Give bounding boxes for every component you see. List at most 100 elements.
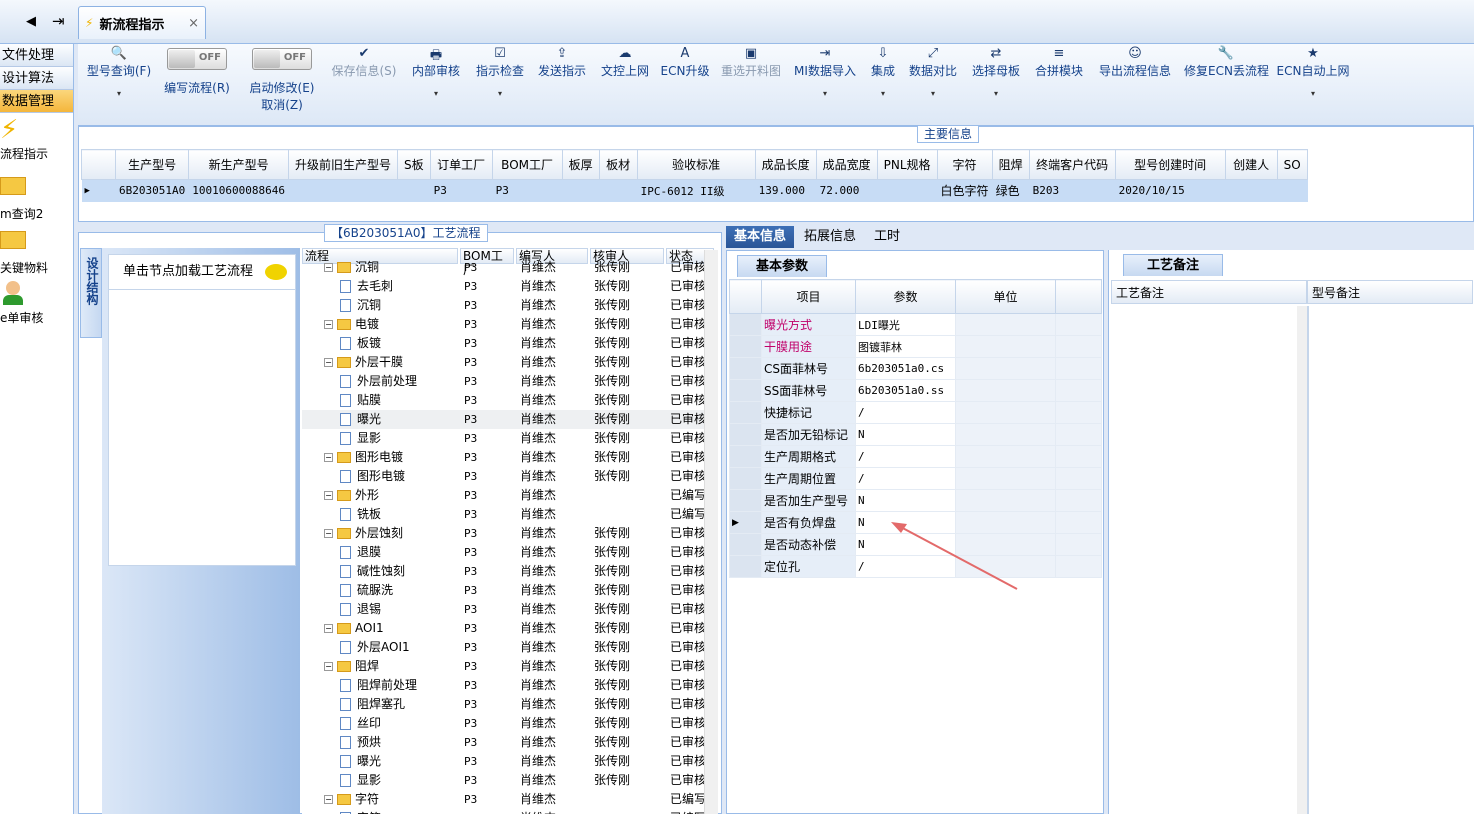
nav-item-material[interactable]: 关键物料	[0, 221, 73, 275]
flow-scrollbar[interactable]	[704, 250, 718, 814]
ecn-auto-online-button[interactable]: ★ ECN自动上网 ▾	[1276, 44, 1350, 124]
tree-node-label[interactable]: 板镀	[340, 334, 381, 353]
tree-row[interactable]: − 图形电镀 P3 肖维杰 张传刚 已审核	[302, 448, 718, 467]
tree-node-label[interactable]: 退锡	[340, 600, 381, 619]
param-unit[interactable]	[955, 401, 1056, 424]
back-arrow-icon[interactable]: ◀	[26, 14, 36, 29]
close-icon[interactable]: ×	[188, 16, 199, 31]
cell[interactable]: 绿色	[992, 179, 1030, 202]
param-unit[interactable]	[955, 335, 1056, 358]
tree-node-label[interactable]: − 外形	[324, 486, 379, 505]
param-value[interactable]: 图镀菲林	[855, 335, 956, 358]
col-header[interactable]: 阻焊	[991, 149, 1030, 180]
tree-row[interactable]: 硫脲洗 P3 肖维杰 张传刚 已审核	[302, 581, 718, 600]
cell[interactable]: 72.000	[816, 179, 878, 202]
tree-node-label[interactable]: − 电镀	[324, 315, 379, 334]
tree-node-label[interactable]: 外层AOI1	[340, 638, 410, 657]
tree-node-label[interactable]: − 图形电镀	[324, 448, 403, 467]
tree-row[interactable]: − 电镀 P3 肖维杰 张传刚 已审核	[302, 315, 718, 334]
cell[interactable]: IPC-6012 II级	[637, 179, 756, 202]
tree-node-label[interactable]: 显影	[340, 429, 381, 448]
cell[interactable]	[1277, 179, 1308, 202]
tree-node-label[interactable]: 丝印	[340, 714, 381, 733]
tab-work-hours[interactable]: 工时	[866, 226, 908, 248]
tree-row[interactable]: 外层AOI1 P3 肖维杰 张传刚 已审核	[302, 638, 718, 657]
select-master-button[interactable]: ⇄ 选择母板 ▾	[968, 44, 1024, 124]
param-value[interactable]: 6b203051a0.ss	[855, 379, 956, 402]
table-row[interactable]: 快捷标记 /	[729, 401, 1102, 424]
table-row[interactable]: 曝光方式 LDI曝光	[729, 313, 1102, 336]
tree-row[interactable]: 曝光 P3 肖维杰 张传刚 已审核	[302, 410, 718, 429]
param-value[interactable]: 6b203051a0.cs	[855, 357, 956, 380]
param-unit[interactable]	[955, 467, 1056, 490]
internal-review-button[interactable]: 🖶 内部审核 ▾	[408, 44, 464, 124]
nav-header-algo[interactable]: 设计算法	[0, 67, 73, 90]
nav-item-review[interactable]: e单审核	[0, 275, 73, 329]
col-header[interactable]: 验收标准	[636, 149, 756, 180]
tree-row[interactable]: 阻焊塞孔 P3 肖维杰 张传刚 已审核	[302, 695, 718, 714]
tree-row[interactable]: 曝光 P3 肖维杰 张传刚 已审核	[302, 752, 718, 771]
tree-node-label[interactable]: 退膜	[340, 543, 381, 562]
table-row[interactable]: 干膜用途 图镀菲林	[729, 335, 1102, 358]
param-unit[interactable]	[955, 313, 1056, 336]
tree-row[interactable]: − 字符 P3 肖维杰 已编写	[302, 790, 718, 809]
param-unit[interactable]	[955, 357, 1056, 380]
cell[interactable]	[562, 179, 600, 202]
reselect-cut-button[interactable]: ▣ 重选开料图	[718, 44, 784, 124]
col-header[interactable]: S板	[396, 149, 431, 180]
tree-row[interactable]: 外层前处理 P3 肖维杰 张传刚 已审核	[302, 372, 718, 391]
collapse-icon[interactable]: −	[324, 320, 333, 329]
collapse-icon[interactable]: −	[324, 453, 333, 462]
mi-import-button[interactable]: ⇥ MI数据导入 ▾	[792, 44, 858, 124]
col-header[interactable]: 字符	[936, 149, 993, 180]
repair-ecn-button[interactable]: 🔧 修复ECN丢流程	[1184, 44, 1269, 124]
tree-row[interactable]: 铣板 P3 肖维杰 已编写	[302, 505, 718, 524]
tree-node-label[interactable]: − 外层干膜	[324, 353, 403, 372]
table-row[interactable]: SS面菲林号 6b203051a0.ss	[729, 379, 1102, 402]
collapse-icon[interactable]: −	[324, 624, 333, 633]
design-structure-tab[interactable]: 设计结构	[80, 248, 102, 338]
tree-node-label[interactable]: 阻焊塞孔	[340, 695, 405, 714]
tree-row[interactable]: 退锡 P3 肖维杰 张传刚 已审核	[302, 600, 718, 619]
tree-node-label[interactable]: 外层前处理	[340, 372, 417, 391]
param-unit[interactable]	[955, 379, 1056, 402]
cell[interactable]	[397, 179, 431, 202]
ecn-upgrade-button[interactable]: A ECN升级	[660, 44, 710, 124]
col-header[interactable]: 成品宽度	[815, 149, 878, 180]
tree-row[interactable]: − 外形 P3 肖维杰 已编写	[302, 486, 718, 505]
cell[interactable]: 10010600088646	[188, 179, 289, 202]
toggle-switch[interactable]: OFF	[252, 48, 312, 70]
tree-row[interactable]: − 外层蚀刻 P3 肖维杰 张传刚 已审核	[302, 524, 718, 543]
tree-node-label[interactable]: 图形电镀	[340, 467, 405, 486]
param-value[interactable]: /	[855, 467, 956, 490]
cancel-label[interactable]: 取消(Z)	[244, 96, 320, 113]
tree-row[interactable]: 丝印 P3 肖维杰 张传刚 已审核	[302, 714, 718, 733]
tree-row[interactable]: 去毛刺 P3 肖维杰 张传刚 已审核	[302, 277, 718, 296]
param-value[interactable]: N	[855, 489, 956, 512]
col-header[interactable]: SO	[1276, 149, 1308, 180]
tree-row[interactable]: 显影 P3 肖维杰 张传刚 已审核	[302, 771, 718, 790]
nav-header-data[interactable]: 数据管理	[0, 90, 73, 113]
col-header[interactable]: 单位	[955, 279, 1056, 314]
model-query-button[interactable]: 🔍 型号查询(F) ▾	[82, 44, 156, 124]
tree-row[interactable]: − 阻焊 P3 肖维杰 张传刚 已审核	[302, 657, 718, 676]
edit-flow-toggle[interactable]: OFF 编写流程(R)	[160, 44, 234, 124]
cell[interactable]	[877, 179, 938, 202]
param-value[interactable]: /	[855, 445, 956, 468]
col-header[interactable]: 创建人	[1224, 149, 1278, 180]
cell[interactable]: 白色字符	[937, 179, 993, 202]
tree-row[interactable]: 沉铜 P3 肖维杰 张传刚 已审核	[302, 296, 718, 315]
load-flow-hint[interactable]: 单击节点加载工艺流程	[108, 254, 296, 290]
param-unit[interactable]	[955, 445, 1056, 468]
tree-node-label[interactable]: 阻焊前处理	[340, 676, 417, 695]
table-row[interactable]: 是否加生产型号 N	[729, 489, 1102, 512]
collapse-icon[interactable]: −	[324, 358, 333, 367]
col-header[interactable]: 新生产型号	[188, 149, 289, 180]
cell[interactable]: P3	[430, 179, 493, 202]
tree-node-label[interactable]: 贴膜	[340, 391, 381, 410]
col-header[interactable]: 成品长度	[754, 149, 817, 180]
tree-node-label[interactable]: 字符	[340, 809, 381, 814]
collapse-icon[interactable]: −	[324, 795, 333, 804]
integrate-button[interactable]: ⇩ 集成 ▾	[866, 44, 900, 124]
param-value[interactable]: LDI曝光	[855, 313, 956, 336]
